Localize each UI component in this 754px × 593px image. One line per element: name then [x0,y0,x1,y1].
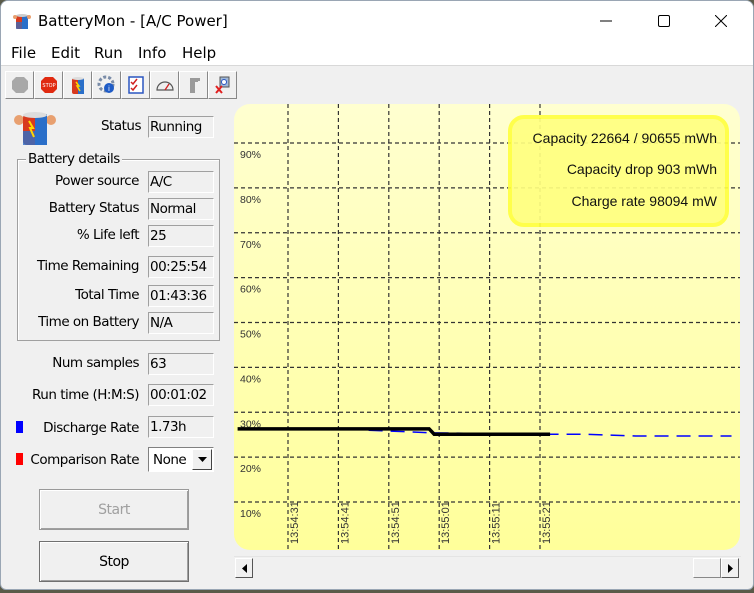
checklist-icon [127,76,144,94]
gauge-icon [155,81,174,91]
time-remaining-label: Time Remaining [36,258,140,274]
life-left-label: % Life left [76,227,140,243]
svg-text:i: i [108,85,110,93]
title-bar: BatteryMon - [A/C Power] [1,1,753,41]
discharge-rate-label: Discharge Rate [43,420,139,436]
window-title: BatteryMon - [A/C Power] [38,12,228,30]
chart-horizontal-scrollbar[interactable] [234,556,741,578]
y-tick-label: 20% [240,463,261,475]
maximize-button[interactable] [641,1,687,41]
comparison-rate-select[interactable]: None [148,447,214,472]
scroll-thumb[interactable] [693,558,721,578]
menu-file[interactable]: File [11,44,36,62]
x-tick-label: 13:55:11 [491,502,503,544]
close-icon [715,15,727,27]
y-tick-label: 50% [240,329,261,341]
total-time-label: Total Time [75,287,139,303]
discharge-rate-field: 1.73h [148,416,214,438]
tray-icon [189,78,200,93]
minimize-icon [600,20,612,22]
y-tick-label: 10% [240,508,261,520]
diagnostics-toolbar-button[interactable] [208,71,237,99]
start-icon [11,77,28,93]
menu-help[interactable]: Help [182,44,216,62]
x-tick-label: 13:54:51 [390,501,402,544]
y-tick-label: 90% [240,149,261,161]
stop-toolbar-button[interactable]: STOP [34,71,63,99]
scroll-right-button[interactable] [721,558,739,578]
x-tick-label: 13:55:01 [440,501,452,544]
stop-button[interactable]: Stop [39,541,189,582]
app-window: BatteryMon - [A/C Power] File Edit Run I… [0,0,754,590]
battery-status-label: Battery Status [48,200,140,216]
y-tick-label: 60% [240,284,261,296]
battery-details-title: Battery details [26,151,122,167]
battery-chart: 10% 20% 30% 40% 50% 60% 70% 80% 90% 13:54:31 13:54… [234,104,740,550]
battery-status-field: Normal [148,198,214,220]
x-tick-label: 13:55:21 [541,501,553,544]
checklist-toolbar-button[interactable] [121,71,150,99]
app-battery-icon [13,14,31,29]
status-label: Status [100,118,142,134]
y-tick-label: 80% [240,194,261,206]
status-field: Running [148,116,214,138]
tray-toolbar-button[interactable] [179,71,208,99]
menu-run[interactable]: Run [94,44,123,62]
time-on-battery-label: Time on Battery [38,314,139,330]
battery-info-toolbar-button[interactable]: i [92,71,121,99]
arrow-left-icon [241,563,247,573]
run-time-field: 00:01:02 [148,384,214,406]
menu-bar: File Edit Run Info Help [1,41,753,66]
power-source-label: Power source [55,173,139,189]
num-samples-label: Num samples [52,355,139,371]
y-tick-label: 70% [240,239,261,251]
battery-toolbar-button[interactable] [63,71,92,99]
time-on-battery-field: N/A [148,312,214,334]
y-tick-label: 40% [240,373,261,385]
capacity-text: Capacity 22664 / 90655 mWh [533,130,717,146]
svg-text:STOP: STOP [42,83,55,89]
chevron-down-icon [197,457,207,462]
battery-info-icon: i [97,75,114,93]
comparison-rate-label: Comparison Rate [30,452,139,468]
life-left-field: 25 [148,225,214,247]
total-time-field: 01:43:36 [148,285,214,307]
battery-icon [71,77,84,94]
num-samples-field: 63 [148,353,214,375]
capacity-drop-text: Capacity drop 903 mWh [567,161,717,177]
charge-rate-text: Charge rate 98094 mW [571,193,717,209]
power-source-field: A/C [148,171,214,193]
maximize-icon [658,15,670,27]
time-remaining-field: 00:25:54 [148,256,214,278]
start-toolbar-button[interactable] [5,71,34,99]
diagnostics-icon [214,76,229,94]
run-time-label: Run time (H:M:S) [32,387,139,403]
menu-edit[interactable]: Edit [51,44,80,62]
minimize-button[interactable] [583,1,629,41]
close-button[interactable] [698,1,744,41]
toolbar: STOP i [5,71,237,99]
dropdown-button[interactable] [192,449,212,470]
menu-info[interactable]: Info [138,44,166,62]
comparison-rate-value: None [153,452,187,468]
x-tick-label: 13:54:31 [289,501,301,544]
scroll-left-button[interactable] [235,558,253,578]
battery-mascot-icon [14,112,56,145]
discharge-projection-line [368,429,732,437]
arrow-right-icon [727,563,733,573]
x-tick-label: 13:54:41 [339,501,351,544]
stop-sign-icon: STOP [40,77,57,93]
start-button[interactable]: Start [39,489,189,530]
gauge-toolbar-button[interactable] [150,71,179,99]
chart-canvas: 10%20%30%40%50%60%70%80%90%13:54:31 13:54… [234,104,740,550]
